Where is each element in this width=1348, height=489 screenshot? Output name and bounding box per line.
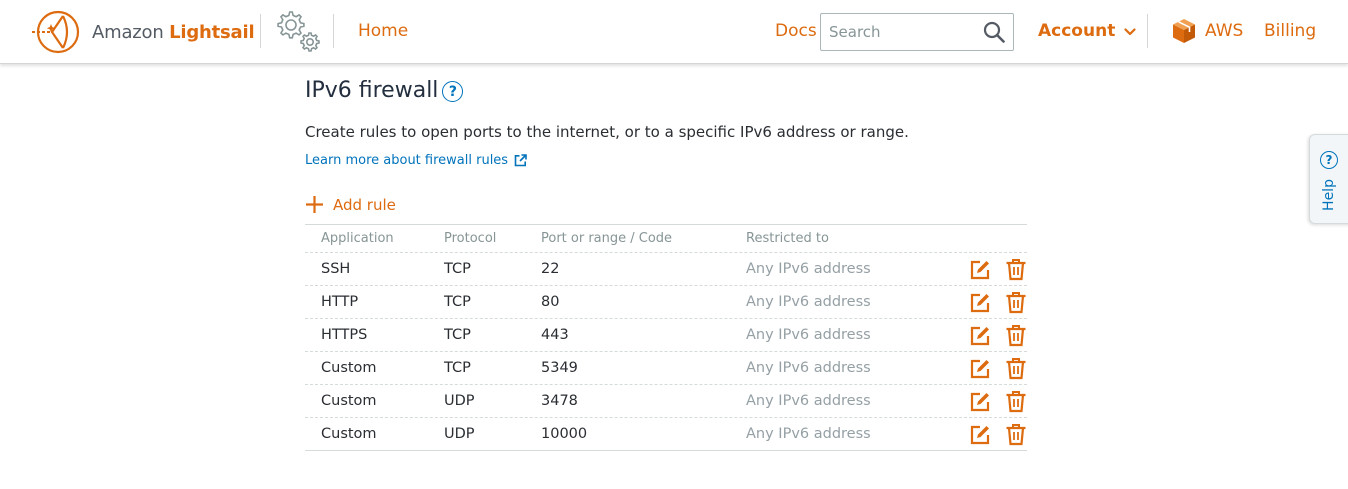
settings-gear-icon[interactable]: [272, 8, 324, 54]
trash-icon[interactable]: [1005, 324, 1027, 347]
cell-protocol: UDP: [444, 393, 475, 409]
cell-port: 5349: [541, 360, 578, 376]
nav-divider: [333, 14, 334, 48]
search-icon[interactable]: [983, 21, 1005, 43]
firewall-rules-table: Application Protocol Port or range / Cod…: [305, 224, 1027, 451]
cell-application: SSH: [321, 261, 351, 277]
cell-protocol: TCP: [444, 327, 471, 343]
top-navigation-bar: Amazon Lightsail Home Docs Account: [0, 0, 1348, 64]
help-question-icon[interactable]: ?: [442, 81, 464, 102]
cell-restricted-to: Any IPv6 address: [746, 327, 871, 343]
cell-restricted-to: Any IPv6 address: [746, 426, 871, 442]
trash-icon[interactable]: [1005, 390, 1027, 413]
cell-restricted-to: Any IPv6 address: [746, 360, 871, 376]
learn-more-label: Learn more about firewall rules: [305, 153, 509, 168]
cell-restricted-to: Any IPv6 address: [746, 261, 871, 277]
page-title: IPv6 firewall: [305, 78, 439, 103]
cell-application: Custom: [321, 360, 377, 376]
table-row: HTTP TCP 80 Any IPv6 address: [305, 286, 1027, 319]
cell-port: 443: [541, 327, 569, 343]
aws-console-link[interactable]: AWS: [1171, 17, 1243, 45]
add-rule-label: Add rule: [333, 195, 396, 214]
help-tab-label: Help: [1321, 179, 1337, 211]
search-input[interactable]: [821, 14, 981, 50]
cell-port: 10000: [541, 426, 588, 442]
cell-protocol: TCP: [444, 360, 471, 376]
brand-logo-link[interactable]: Amazon Lightsail: [30, 10, 255, 54]
trash-icon[interactable]: [1005, 357, 1027, 380]
header-application: Application: [321, 231, 394, 246]
brand-name: Amazon Lightsail: [92, 21, 255, 43]
section-header: IPv6 firewall ?: [305, 78, 464, 103]
header-protocol: Protocol: [444, 231, 497, 246]
search-box: [820, 13, 1014, 51]
section-description: Create rules to open ports to the intern…: [305, 123, 909, 141]
help-question-icon: ?: [1320, 151, 1338, 169]
edit-icon[interactable]: [969, 292, 991, 314]
nav-divider: [260, 14, 261, 48]
trash-icon[interactable]: [1005, 258, 1027, 281]
edit-icon[interactable]: [969, 391, 991, 413]
table-row: Custom TCP 5349 Any IPv6 address: [305, 352, 1027, 385]
billing-link[interactable]: Billing: [1264, 21, 1316, 41]
cell-port: 80: [541, 294, 560, 310]
edit-icon[interactable]: [969, 424, 991, 446]
account-label: Account: [1038, 21, 1116, 41]
cell-protocol: TCP: [444, 294, 471, 310]
edit-icon[interactable]: [969, 358, 991, 380]
cell-protocol: TCP: [444, 261, 471, 277]
edit-icon[interactable]: [969, 325, 991, 347]
table-row: HTTPS TCP 443 Any IPv6 address: [305, 319, 1027, 352]
table-header: Application Protocol Port or range / Cod…: [305, 225, 1027, 253]
nav-divider: [1147, 14, 1148, 48]
home-link[interactable]: Home: [358, 21, 408, 41]
header-restricted-to: Restricted to: [746, 231, 829, 246]
learn-more-link[interactable]: Learn more about firewall rules: [305, 153, 527, 168]
cell-application: Custom: [321, 393, 377, 409]
help-side-tab[interactable]: ? Help: [1309, 134, 1348, 224]
cell-restricted-to: Any IPv6 address: [746, 393, 871, 409]
trash-icon[interactable]: [1005, 291, 1027, 314]
chevron-down-icon: [1124, 28, 1136, 36]
cell-application: HTTPS: [321, 327, 368, 343]
table-row: Custom UDP 10000 Any IPv6 address: [305, 418, 1027, 451]
trash-icon[interactable]: [1005, 423, 1027, 446]
table-row: Custom UDP 3478 Any IPv6 address: [305, 385, 1027, 418]
cell-port: 22: [541, 261, 560, 277]
aws-label: AWS: [1205, 21, 1244, 41]
lightsail-logo-icon: [32, 10, 80, 54]
cell-application: Custom: [321, 426, 377, 442]
cell-port: 3478: [541, 393, 578, 409]
add-rule-button[interactable]: Add rule: [305, 195, 396, 214]
plus-icon: [306, 196, 323, 213]
edit-icon[interactable]: [969, 259, 991, 281]
table-row: SSH TCP 22 Any IPv6 address: [305, 253, 1027, 286]
header-port: Port or range / Code: [541, 231, 673, 246]
external-link-icon: [514, 154, 527, 167]
aws-cube-icon: [1173, 19, 1195, 43]
account-menu[interactable]: Account: [1038, 21, 1136, 41]
cell-application: HTTP: [321, 294, 359, 310]
cell-restricted-to: Any IPv6 address: [746, 294, 871, 310]
docs-link[interactable]: Docs: [775, 21, 817, 41]
cell-protocol: UDP: [444, 426, 475, 442]
